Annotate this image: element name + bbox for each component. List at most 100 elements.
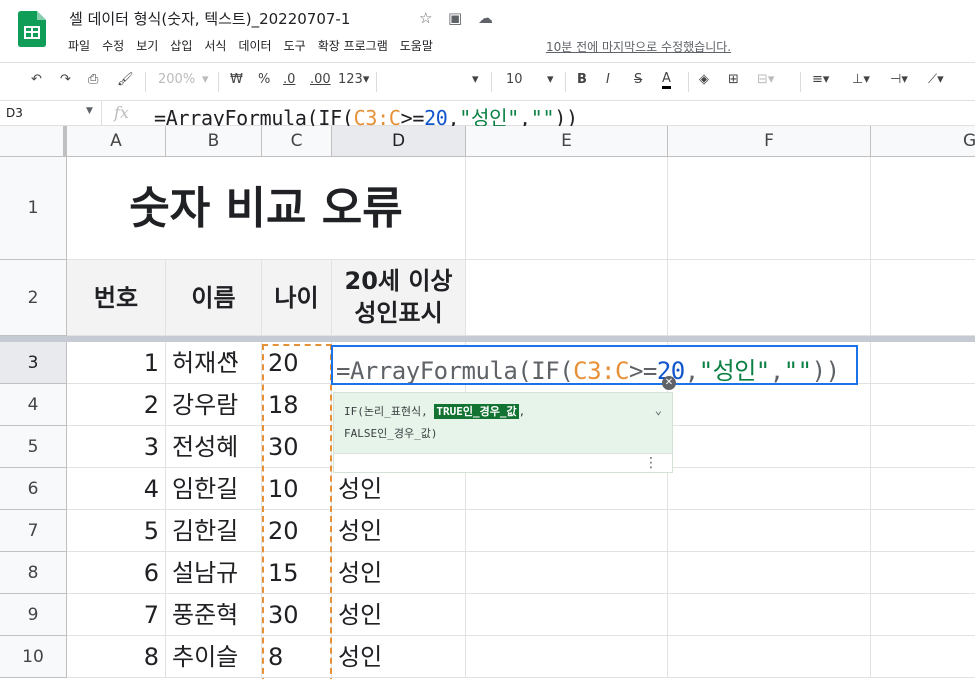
column-header-b[interactable]: B bbox=[166, 126, 262, 157]
cell-adult[interactable]: 성인 bbox=[332, 636, 466, 678]
cell-name[interactable]: 임한길 bbox=[166, 468, 262, 510]
move-folder-icon[interactable]: ▣ bbox=[448, 9, 462, 27]
header-cell-age[interactable]: 나이 bbox=[262, 260, 332, 336]
row-header-2[interactable]: 2 bbox=[0, 260, 67, 336]
cell-e1[interactable] bbox=[466, 157, 668, 260]
cell-name[interactable]: 강우람 bbox=[166, 384, 262, 426]
star-icon[interactable]: ☆ bbox=[419, 9, 432, 27]
row-header-4[interactable]: 4 bbox=[0, 384, 67, 426]
cell-name[interactable]: 추이슬 bbox=[166, 636, 262, 678]
chevron-down-icon[interactable]: ▼ bbox=[86, 106, 93, 116]
cell-age[interactable]: 8 bbox=[262, 636, 332, 678]
menu-extensions[interactable]: 확장 프로그램 bbox=[318, 37, 388, 55]
sheets-logo-icon[interactable] bbox=[18, 11, 46, 47]
vertical-align-icon[interactable]: ⊥▾ bbox=[852, 72, 870, 87]
decrease-decimal-button[interactable]: .0 bbox=[283, 72, 295, 87]
column-header-c[interactable]: C bbox=[262, 126, 332, 157]
header-cell-adult[interactable]: 20세 이상 성인표시 bbox=[332, 260, 466, 336]
row-header-7[interactable]: 7 bbox=[0, 510, 67, 552]
more-formats-button[interactable]: 123▾ bbox=[338, 72, 369, 87]
cell-f1[interactable] bbox=[668, 157, 871, 260]
more-vert-icon[interactable]: ⋮ bbox=[644, 454, 658, 472]
cell-g[interactable] bbox=[871, 510, 975, 552]
cell-e[interactable] bbox=[466, 510, 668, 552]
cell-f[interactable] bbox=[668, 510, 871, 552]
row-header-6[interactable]: 6 bbox=[0, 468, 67, 510]
cell-f[interactable] bbox=[668, 426, 871, 468]
fill-color-icon[interactable]: ◈ bbox=[699, 72, 709, 87]
bold-button[interactable]: B bbox=[577, 72, 587, 87]
select-all-corner[interactable] bbox=[0, 126, 67, 157]
cell-number[interactable]: 2 bbox=[67, 384, 166, 426]
menu-help[interactable]: 도움말 bbox=[400, 37, 433, 55]
menu-data[interactable]: 데이터 bbox=[238, 37, 271, 55]
column-header-a[interactable]: A bbox=[67, 126, 166, 157]
text-rotation-icon[interactable]: ⟋▾ bbox=[928, 72, 944, 87]
cell-number[interactable]: 1 bbox=[67, 342, 166, 384]
font-family-chevron-icon[interactable]: ▾ bbox=[472, 72, 479, 87]
cell-adult[interactable]: 성인 bbox=[332, 594, 466, 636]
cell-name[interactable]: 김한길 bbox=[166, 510, 262, 552]
print-icon[interactable]: ⎙ bbox=[88, 72, 98, 87]
sheet-title-cell[interactable]: 숫자 비교 오류 bbox=[67, 157, 466, 260]
chevron-down-icon[interactable]: ⌄ bbox=[655, 399, 662, 421]
cell-age[interactable]: 20 bbox=[262, 510, 332, 552]
cell-f[interactable] bbox=[668, 594, 871, 636]
cloud-status-icon[interactable]: ☁ bbox=[478, 9, 493, 27]
cell-age[interactable]: 10 bbox=[262, 468, 332, 510]
column-header-d[interactable]: D bbox=[332, 126, 466, 157]
cell-g1[interactable] bbox=[871, 157, 975, 260]
cell-age[interactable]: 20 bbox=[262, 342, 332, 384]
cell-f2[interactable] bbox=[668, 260, 871, 336]
cell-editor-d3[interactable]: =ArrayFormula(IF(C3:C>=20,"성인","")) bbox=[331, 345, 858, 385]
cell-g[interactable] bbox=[871, 384, 975, 426]
column-header-e[interactable]: E bbox=[466, 126, 668, 157]
last-edit-link[interactable]: 10분 전에 마지막으로 수정했습니다. bbox=[546, 38, 731, 55]
cell-name[interactable]: 설남규 bbox=[166, 552, 262, 594]
merge-cells-icon[interactable]: ⊟▾ bbox=[757, 72, 774, 87]
menu-file[interactable]: 파일 bbox=[68, 37, 90, 55]
row-header-5[interactable]: 5 bbox=[0, 426, 67, 468]
menu-view[interactable]: 보기 bbox=[136, 37, 158, 55]
menu-format[interactable]: 서식 bbox=[204, 37, 226, 55]
cell-g[interactable] bbox=[871, 426, 975, 468]
paint-format-icon[interactable]: 🖌 bbox=[117, 72, 134, 87]
horizontal-align-icon[interactable]: ≡▾ bbox=[812, 72, 829, 87]
column-header-g[interactable]: G bbox=[871, 126, 975, 157]
cell-g[interactable] bbox=[871, 468, 975, 510]
text-color-button[interactable]: A bbox=[662, 72, 671, 89]
header-cell-number[interactable]: 번호 bbox=[67, 260, 166, 336]
redo-icon[interactable]: ↷ bbox=[60, 72, 71, 87]
cell-age[interactable]: 30 bbox=[262, 594, 332, 636]
cell-number[interactable]: 4 bbox=[67, 468, 166, 510]
borders-icon[interactable]: ⊞ bbox=[728, 72, 739, 87]
cell-g[interactable] bbox=[871, 342, 975, 384]
cell-g[interactable] bbox=[871, 636, 975, 678]
font-size-select[interactable]: 10 bbox=[506, 72, 523, 87]
formula-help-tooltip[interactable]: IF(논리_표현식, TRUE인_경우_값, FALSE인_경우_값) ⌄ bbox=[333, 392, 673, 453]
cell-number[interactable]: 7 bbox=[67, 594, 166, 636]
cell-adult[interactable]: 성인 bbox=[332, 552, 466, 594]
cell-g[interactable] bbox=[871, 552, 975, 594]
cell-e2[interactable] bbox=[466, 260, 668, 336]
cell-f[interactable] bbox=[668, 384, 871, 426]
row-header-10[interactable]: 10 bbox=[0, 636, 67, 678]
row-header-1[interactable]: 1 bbox=[0, 157, 67, 260]
zoom-select[interactable]: 200% bbox=[158, 72, 195, 87]
cell-age[interactable]: 15 bbox=[262, 552, 332, 594]
cell-e[interactable] bbox=[466, 594, 668, 636]
cell-e[interactable] bbox=[466, 552, 668, 594]
cell-age[interactable]: 18 bbox=[262, 384, 332, 426]
row-header-9[interactable]: 9 bbox=[0, 594, 67, 636]
header-cell-name[interactable]: 이름 bbox=[166, 260, 262, 336]
cell-name[interactable]: 허재신 bbox=[166, 342, 262, 384]
format-currency-button[interactable]: ₩ bbox=[230, 72, 243, 87]
undo-icon[interactable]: ↶ bbox=[31, 72, 42, 87]
format-percent-button[interactable]: % bbox=[258, 72, 270, 87]
cell-e[interactable] bbox=[466, 636, 668, 678]
document-title[interactable]: 셀 데이터 형식(숫자, 텍스트)_20220707-1 bbox=[69, 8, 350, 29]
cell-f[interactable] bbox=[668, 636, 871, 678]
cell-number[interactable]: 6 bbox=[67, 552, 166, 594]
column-header-f[interactable]: F bbox=[668, 126, 871, 157]
menu-tools[interactable]: 도구 bbox=[284, 37, 306, 55]
